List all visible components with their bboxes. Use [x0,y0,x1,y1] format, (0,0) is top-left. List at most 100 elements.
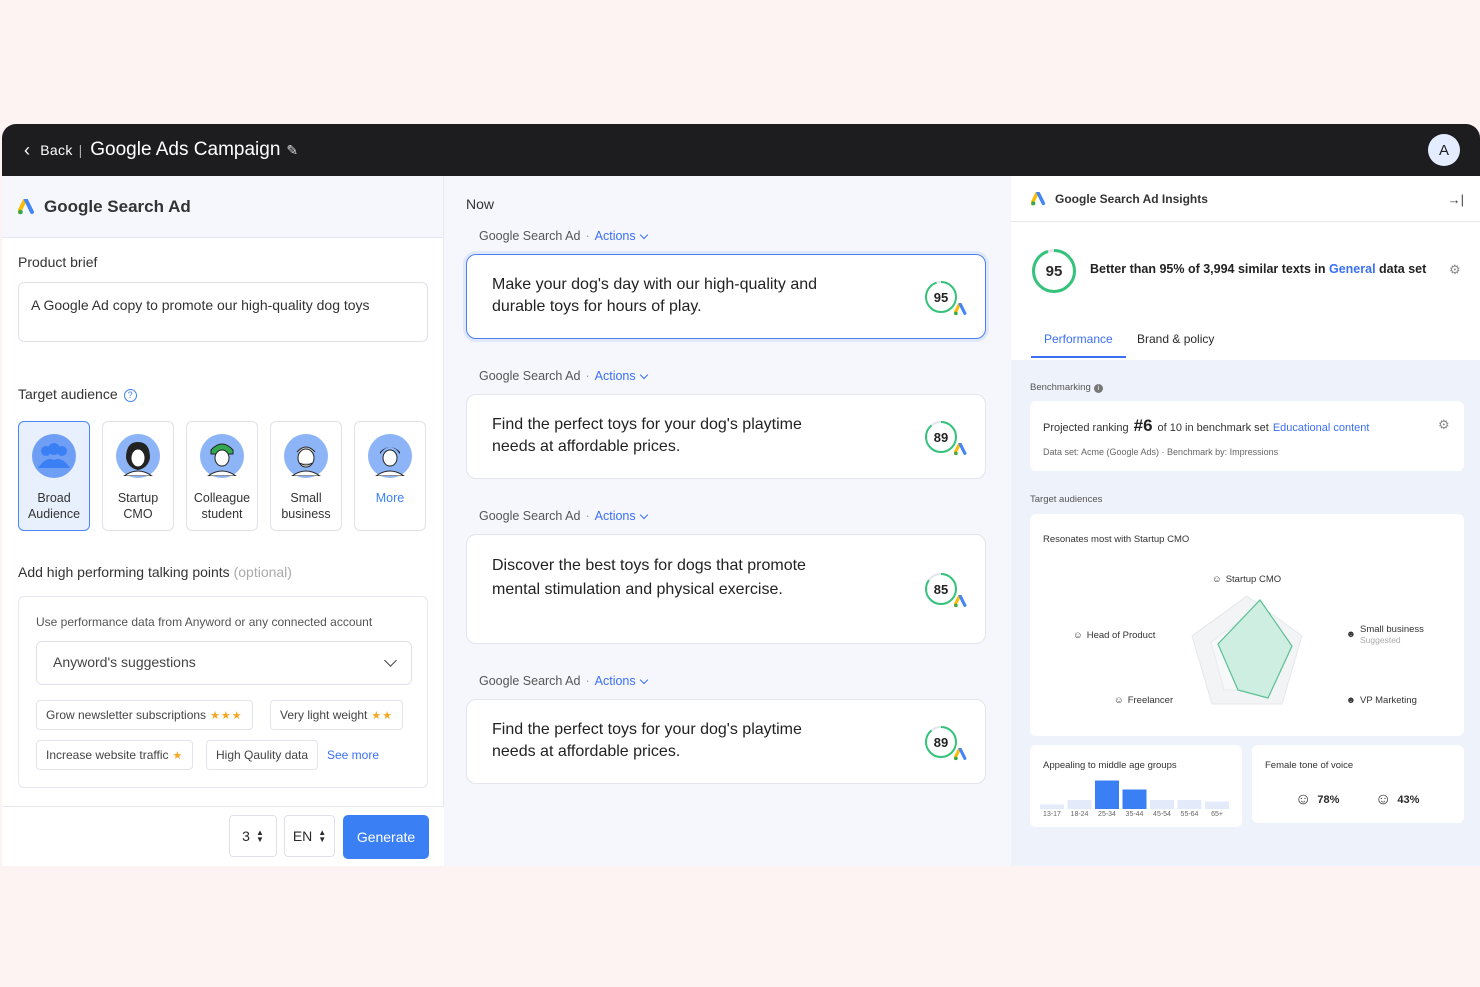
benchmark-set-link[interactable]: Educational content [1273,422,1370,434]
page-title: Google Ads Campaign [90,139,281,160]
age-bar [1095,780,1119,809]
age-bar-chart [1040,780,1229,809]
age-tick-label: 18-24 [1070,811,1089,818]
age-tick-label: 65+ [1211,811,1223,818]
talking-point-chip[interactable]: Very light weight ★★ [270,700,404,730]
target-audiences-label: Target audiences [1030,494,1103,505]
audience-list: Broad Audience Startup CMO Colleague studen… [18,421,426,531]
radar-label-head-of-product: ☺ Head of Product [1073,630,1156,641]
now-label: Now [466,196,495,212]
audience-colleague-student[interactable]: Colleague student [186,421,258,531]
ad-card[interactable]: Discover the best toys for dogs that pro… [466,534,986,644]
female-icon: ☺ [1295,791,1312,808]
age-bar [1205,801,1229,809]
product-brief-input[interactable]: A Google Ad copy to promote our high-qua… [18,282,428,342]
ad-settings-panel: Google Search Ad Product brief A Google … [2,176,444,866]
chevron-down-icon [384,654,397,667]
person-icon: ☺ [1114,695,1124,706]
age-tick-label: 25-34 [1098,811,1116,818]
radar-label-small-business: ☻ Small business Suggested [1346,624,1424,645]
audience-broad[interactable]: Broad Audience [18,421,90,531]
talking-point-chip[interactable]: Grow newsletter subscriptions ★★★ [36,700,253,730]
audience-small-business[interactable]: Small business [270,421,342,531]
help-icon[interactable]: ? [123,388,137,402]
dataset-link[interactable]: General [1329,262,1376,276]
score-badge: 95 [924,280,967,316]
audience-label: Broad Audience [27,491,81,521]
benchmarking-label: Benchmarking [1030,382,1091,393]
audience-startup-cmo[interactable]: Startup CMO [102,421,174,531]
ad-text: Discover the best toys for dogs that pro… [492,557,806,598]
better-than-text: Better than 95% of 3,994 similar texts i… [1090,262,1427,276]
ad-card[interactable]: Make your dog's day with our high-qualit… [466,254,986,339]
back-button[interactable]: ‹ Back [24,141,73,159]
chevron-down-icon [639,675,648,685]
radar-label-freelancer: ☺ Freelancer [1114,695,1174,706]
ad-card[interactable]: Find the perfect toys for your dog's pla… [466,699,986,784]
age-groups-title: Appealing to middle age groups [1043,760,1177,771]
actions-menu[interactable]: Actions [595,229,636,243]
age-tick-label: 13-17 [1043,811,1061,818]
language-select[interactable]: EN ▲ ▼ [284,815,335,857]
person-icon: ☻ [1346,629,1356,640]
left-header-title: Google Search Ad [44,196,191,216]
avatar[interactable]: A [1428,134,1460,166]
tab-performance[interactable]: Performance [1031,332,1126,358]
student-avatar-icon [200,434,244,478]
radar-label-vp-marketing: ☻ VP Marketing [1346,695,1417,706]
actions-menu[interactable]: Actions [595,509,636,523]
more-avatar-icon [368,434,412,478]
performance-data-hint: Use performance data from Anyword or any… [36,615,373,629]
person-icon: ☺ [1212,574,1222,585]
google-ads-logo-icon [954,443,967,456]
back-label: Back [40,142,73,158]
age-tick-label: 55-64 [1180,811,1199,818]
score-badge: 89 [924,725,967,761]
projected-ranking: Projected ranking #6 of 10 in benchmark se… [1043,416,1370,435]
google-ads-logo-icon [1031,191,1046,205]
stars-icon: ★★★ [210,710,243,722]
gear-icon[interactable]: ⚙ [1438,417,1450,433]
collapse-panel-icon[interactable]: →| [1448,192,1464,207]
see-more-link[interactable]: See more [327,748,379,762]
tab-brand-policy[interactable]: Brand & policy [1137,332,1214,356]
audience-label: Colleague student [193,491,251,521]
overall-score: 95 [1031,248,1077,294]
person-icon: ☺ [1073,630,1083,641]
info-icon[interactable]: i [1093,384,1103,393]
male-icon: ☺ [1375,791,1392,808]
chevron-down-icon [639,510,648,520]
resonates-title: Resonates most with Startup CMO [1043,534,1190,545]
google-ads-logo-icon [18,198,34,214]
audience-more[interactable]: More [354,421,426,531]
talking-point-chip[interactable]: Increase website traffic ★ [36,740,194,770]
variant-count-select[interactable]: 3 ▲ ▼ [229,815,277,857]
target-audience-label: Target audience [18,386,118,402]
edit-pencil-icon[interactable]: ✎ [286,142,298,159]
suggestions-select[interactable]: Anyword's suggestions [36,641,412,685]
product-brief-label: Product brief [18,254,98,270]
actions-menu[interactable]: Actions [595,369,636,383]
stars-icon: ★ [172,750,184,762]
tone-title: Female tone of voice [1265,760,1354,771]
chevron-left-icon: ‹ [24,140,31,160]
small-business-avatar-icon [284,434,328,478]
ad-text: Find the perfect toys for your dog's pla… [492,721,802,760]
talking-points-box: Use performance data from Anyword or any… [18,596,428,788]
ad-card[interactable]: Find the perfect toys for your dog's pla… [466,394,986,479]
talking-points-heading: Add high performing talking points (opti… [18,564,292,580]
radar-chart [1191,595,1303,705]
ad-label: Google Search Ad · Actions [479,509,648,523]
age-bar [1122,789,1147,809]
suggestions-select-value: Anyword's suggestions [53,654,196,670]
generated-ads-panel: Now Google Search Ad · Actions Make your d… [445,176,1011,866]
score-badge: 85 [924,572,967,608]
actions-menu[interactable]: Actions [595,674,636,688]
top-bar: ‹ Back | Google Ads Campaign ✎ A [2,124,1480,176]
generate-button[interactable]: Generate [343,815,429,859]
talking-point-chip[interactable]: High Qaulity data [206,740,319,770]
gear-icon[interactable]: ⚙ [1449,262,1461,278]
optional-label: (optional) [233,564,292,580]
ad-label: Google Search Ad · Actions [479,369,648,383]
audience-label: Small business [281,491,331,521]
